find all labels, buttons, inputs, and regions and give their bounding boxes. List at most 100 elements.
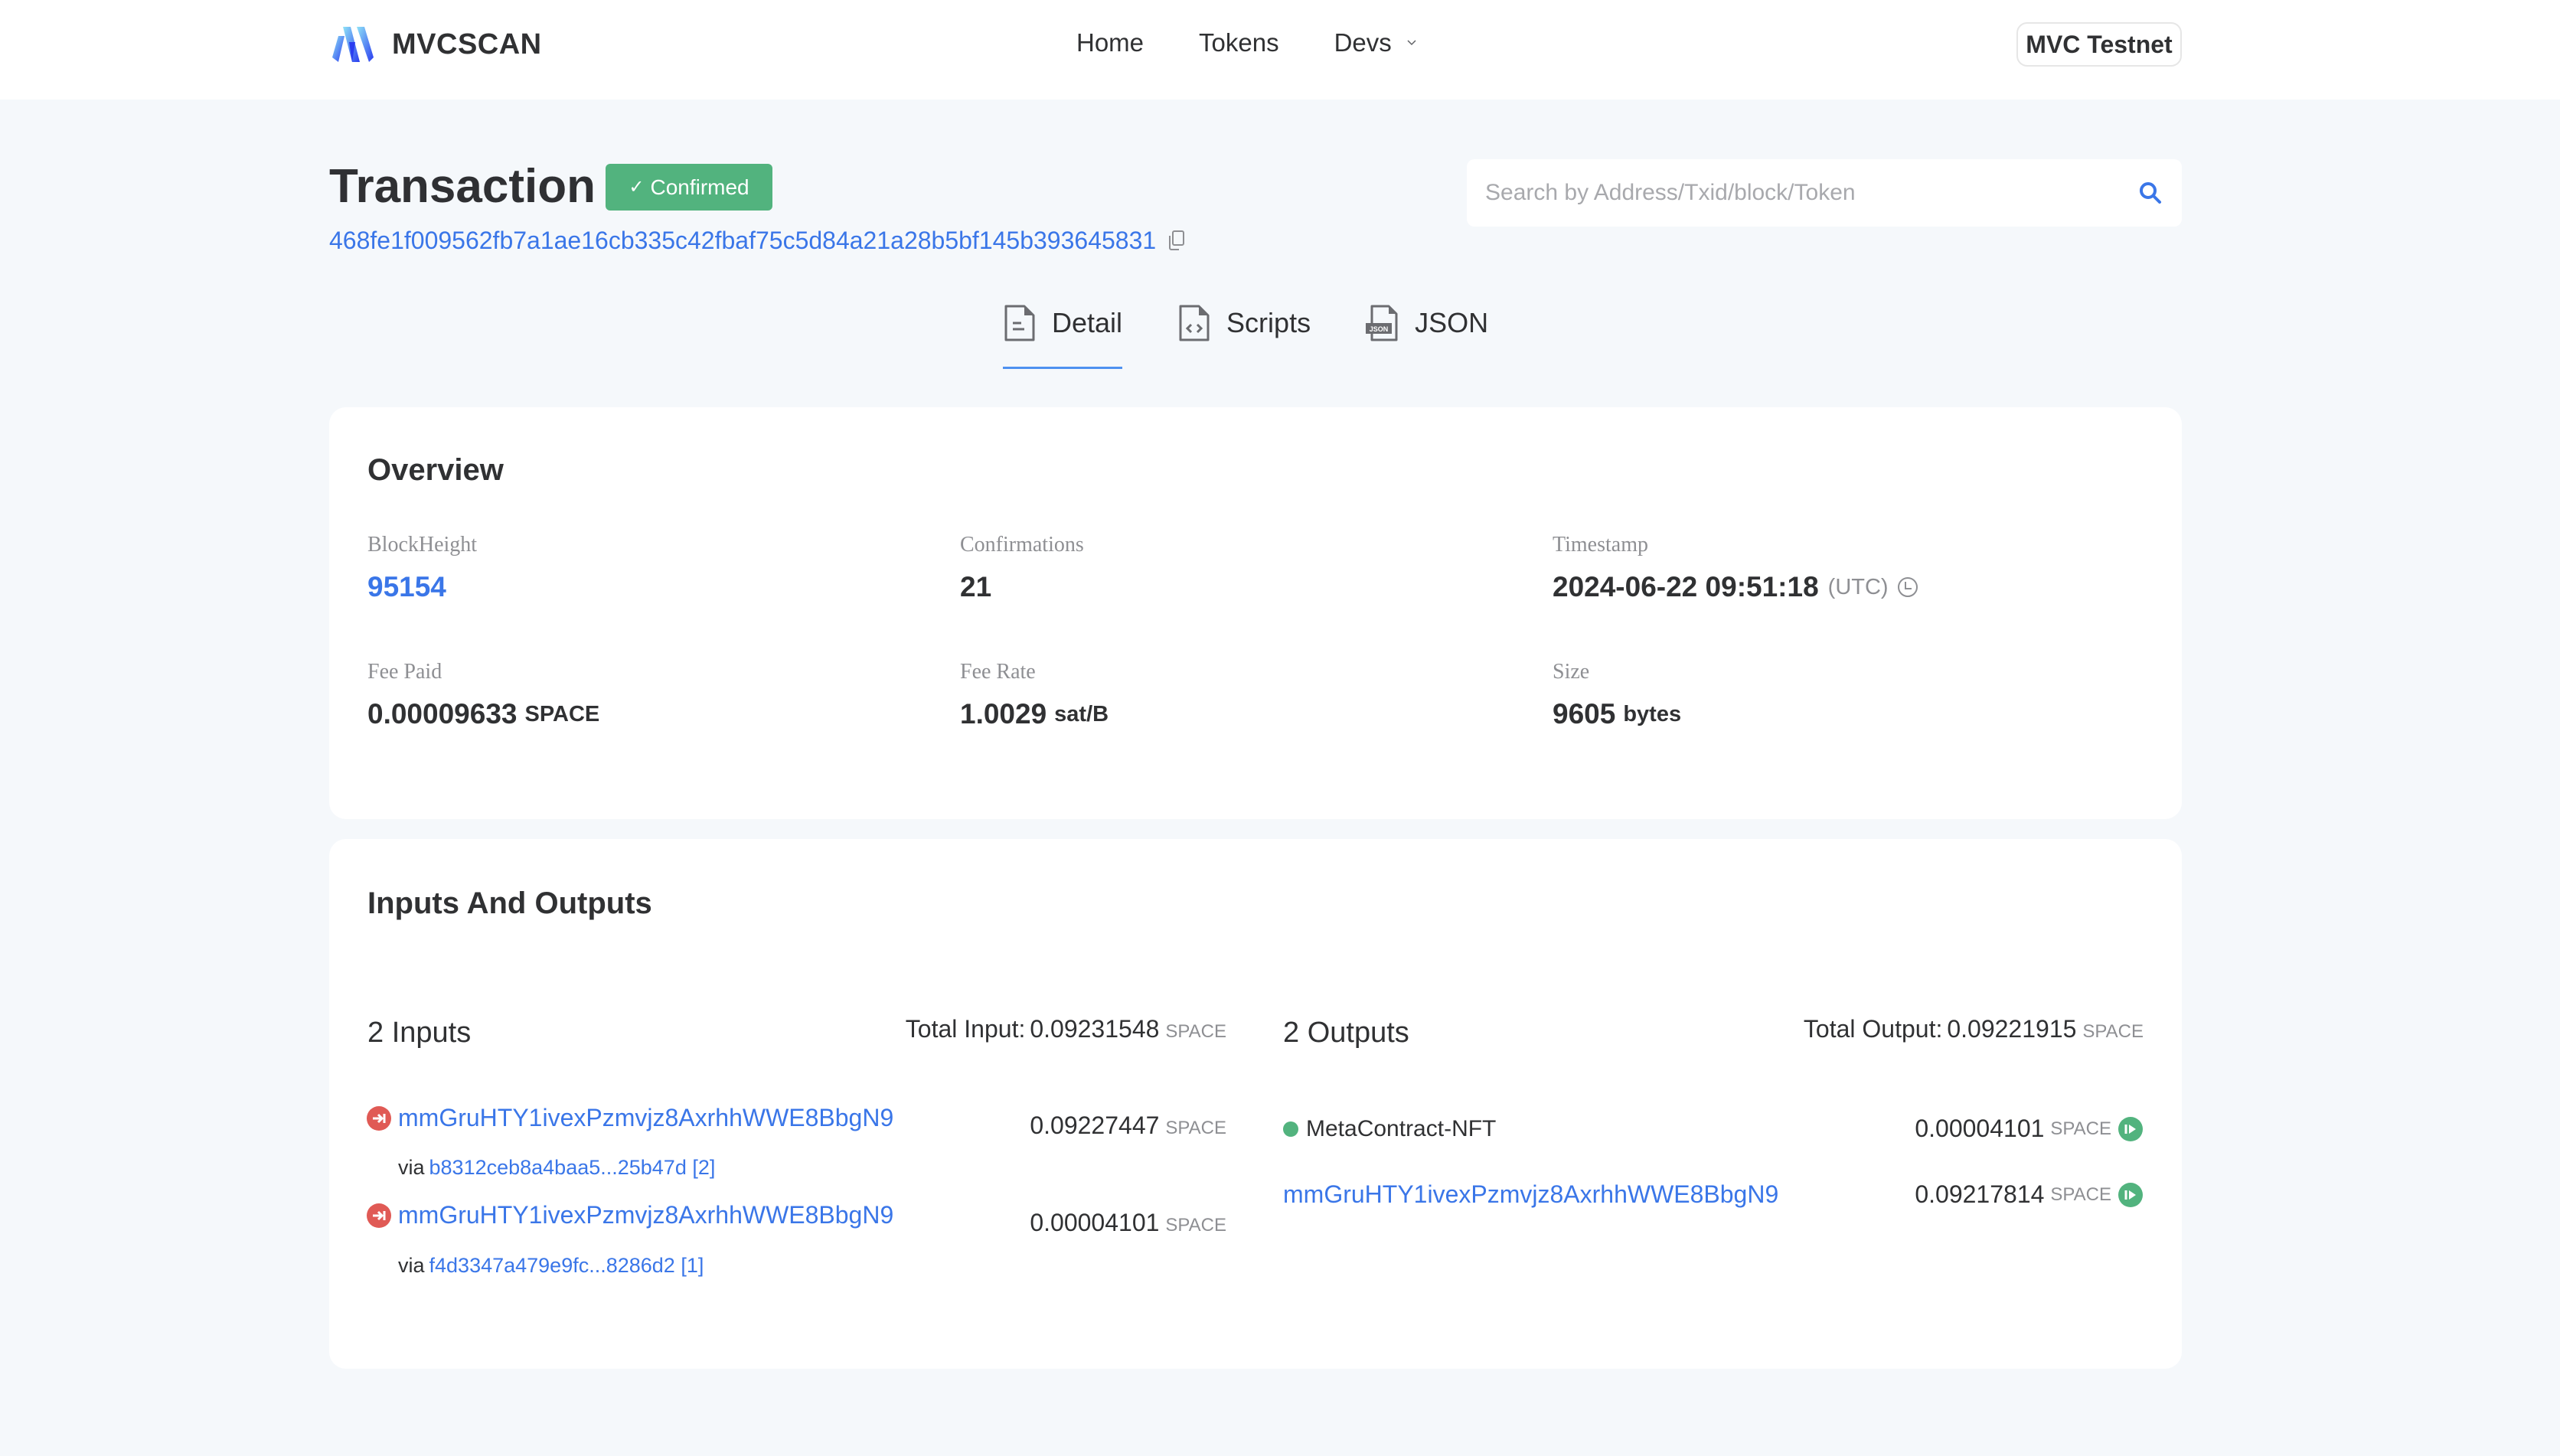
fee-paid-unit: SPACE [524, 701, 600, 726]
confirmations-field: Confirmations 21 [960, 533, 1084, 603]
token-dot-icon [1283, 1121, 1298, 1137]
input-row: mmGruHTY1ivexPzmvjz8AxrhhWWE8BbgN9 [366, 1201, 893, 1229]
block-height-field: BlockHeight 95154 [367, 533, 477, 603]
input-amount: 0.00004101 SPACE [1030, 1209, 1226, 1237]
output-amount-unit: SPACE [2050, 1183, 2111, 1205]
clock-icon[interactable] [1896, 576, 1919, 599]
inputs-count: 2 Inputs [367, 1016, 472, 1049]
input-amount: 0.09227447 SPACE [1030, 1112, 1226, 1140]
top-navbar: MVCSCAN Home Tokens Devs MVC Testnet [0, 0, 2560, 100]
search-box [1467, 159, 2182, 227]
output-amount-value: 0.09217814 [1915, 1180, 2045, 1208]
input-row: mmGruHTY1ivexPzmvjz8AxrhhWWE8BbgN9 [366, 1104, 893, 1132]
json-file-icon: JSON [1366, 305, 1398, 341]
output-arrow-icon[interactable] [2118, 1116, 2144, 1142]
fee-paid-label: Fee Paid [367, 660, 442, 684]
code-file-icon [1179, 305, 1210, 341]
total-input: Total Input: 0.09231548 SPACE [906, 1015, 1226, 1043]
nav-home-label: Home [1076, 28, 1144, 57]
via-label: via [398, 1254, 425, 1277]
input-arrow-icon [367, 1203, 391, 1228]
total-output: Total Output: 0.09221915 SPACE [1804, 1015, 2144, 1043]
input-address-link[interactable]: mmGruHTY1ivexPzmvjz8AxrhhWWE8BbgN9 [398, 1201, 893, 1229]
overview-title: Overview [367, 453, 504, 487]
tab-detail[interactable]: Detail [1003, 303, 1123, 369]
network-switch-button[interactable]: MVC Testnet [2016, 22, 2182, 67]
via-label: via [398, 1156, 425, 1179]
nav-devs[interactable]: Devs [1334, 28, 1418, 57]
io-title: Inputs And Outputs [367, 886, 652, 920]
fee-paid-value: 0.00009633 [367, 698, 518, 730]
status-badge-label: Confirmed [650, 175, 749, 199]
tab-json[interactable]: JSON JSON [1366, 303, 1488, 369]
input-amount-value: 0.09227447 [1030, 1112, 1160, 1139]
output-amount: 0.00004101 SPACE [1915, 1115, 2144, 1143]
total-output-unit: SPACE [2082, 1021, 2144, 1042]
txid-row: 468fe1f009562fb7a1ae16cb335c42fbaf75c5d8… [329, 227, 1187, 255]
block-height-link[interactable]: 95154 [367, 571, 477, 603]
document-icon [1004, 305, 1035, 341]
via-tx-link[interactable]: b8312ceb8a4baa5...25b47d [2] [429, 1156, 716, 1179]
output-token-name: MetaContract-NFT [1306, 1116, 1497, 1141]
check-icon: ✓ [629, 177, 645, 198]
nav-tokens[interactable]: Tokens [1199, 28, 1279, 57]
page-title: Transaction [329, 160, 596, 213]
outputs-header: 2 Outputs [1283, 1014, 1409, 1052]
input-amount-value: 0.00004101 [1030, 1209, 1160, 1236]
block-height-label: BlockHeight [367, 533, 478, 557]
size-value: 9605 [1553, 698, 1616, 730]
copy-icon[interactable] [1167, 230, 1187, 253]
total-input-label: Total Input: [905, 1015, 1026, 1043]
main-nav: Home Tokens Devs [1076, 23, 1473, 63]
fee-paid-field: Fee Paid 0.00009633 SPACE [367, 660, 599, 730]
fee-rate-value-row: 1.0029 sat/B [960, 698, 1109, 730]
input-arrow-icon [367, 1105, 391, 1131]
tab-detail-label: Detail [1052, 307, 1123, 338]
fee-paid-value-row: 0.00009633 SPACE [367, 698, 599, 730]
overview-card: Overview BlockHeight 95154 Confirmations… [329, 407, 2182, 819]
input-address-link[interactable]: mmGruHTY1ivexPzmvjz8AxrhhWWE8BbgN9 [398, 1104, 893, 1132]
input-amount-unit: SPACE [1165, 1215, 1226, 1236]
output-address-link[interactable]: mmGruHTY1ivexPzmvjz8AxrhhWWE8BbgN9 [1283, 1180, 1778, 1209]
confirmations-label: Confirmations [960, 533, 1084, 557]
status-badge: ✓ Confirmed [606, 164, 772, 211]
nav-devs-label: Devs [1334, 28, 1392, 57]
total-output-label: Total Output: [1803, 1015, 1943, 1043]
input-amount-unit: SPACE [1165, 1118, 1226, 1138]
timezone-label: (UTC) [1827, 574, 1889, 599]
timestamp-field: Timestamp 2024-06-22 09:51:18 (UTC) [1553, 533, 1919, 603]
output-amount-unit: SPACE [2050, 1118, 2111, 1139]
svg-text:JSON: JSON [1370, 325, 1389, 333]
fee-rate-unit: sat/B [1054, 701, 1109, 726]
output-row: mmGruHTY1ivexPzmvjz8AxrhhWWE8BbgN9 [1283, 1180, 1778, 1209]
size-unit: bytes [1623, 701, 1682, 726]
brand-name: MVCSCAN [392, 28, 542, 60]
total-input-unit: SPACE [1165, 1021, 1226, 1042]
timestamp-value-row: 2024-06-22 09:51:18 (UTC) [1553, 571, 1919, 603]
confirmations-value: 21 [960, 571, 992, 602]
search-icon[interactable] [2137, 180, 2163, 206]
nav-home[interactable]: Home [1076, 28, 1144, 57]
output-row: MetaContract-NFT [1283, 1116, 1496, 1142]
tab-scripts-label: Scripts [1226, 307, 1311, 338]
brand-logo[interactable]: MVCSCAN [329, 23, 542, 66]
input-via: via b8312ceb8a4baa5...25b47d [2] [398, 1156, 715, 1180]
fee-rate-label: Fee Rate [960, 660, 1036, 684]
total-input-value: 0.09231548 [1030, 1015, 1160, 1043]
tab-scripts[interactable]: Scripts [1177, 303, 1311, 369]
mvcscan-logo-icon [332, 27, 374, 62]
inputs-outputs-card: Inputs And Outputs 2 Inputs Total Input:… [329, 839, 2182, 1369]
size-value-row: 9605 bytes [1553, 698, 1681, 730]
timestamp-value: 2024-06-22 09:51:18 [1553, 571, 1819, 602]
fee-rate-field: Fee Rate 1.0029 sat/B [960, 660, 1109, 730]
tab-json-label: JSON [1415, 307, 1489, 338]
detail-tabs: Detail Scripts JSON JSON [1003, 303, 1543, 369]
txid-text: 468fe1f009562fb7a1ae16cb335c42fbaf75c5d8… [329, 227, 1157, 254]
output-arrow-icon[interactable] [2118, 1182, 2144, 1208]
nav-tokens-label: Tokens [1199, 28, 1279, 57]
chevron-down-icon [1407, 40, 1416, 46]
total-output-value: 0.09221915 [1947, 1015, 2077, 1043]
search-input[interactable] [1485, 180, 2137, 206]
size-label: Size [1553, 660, 1590, 684]
via-tx-link[interactable]: f4d3347a479e9fc...8286d2 [1] [429, 1254, 704, 1277]
